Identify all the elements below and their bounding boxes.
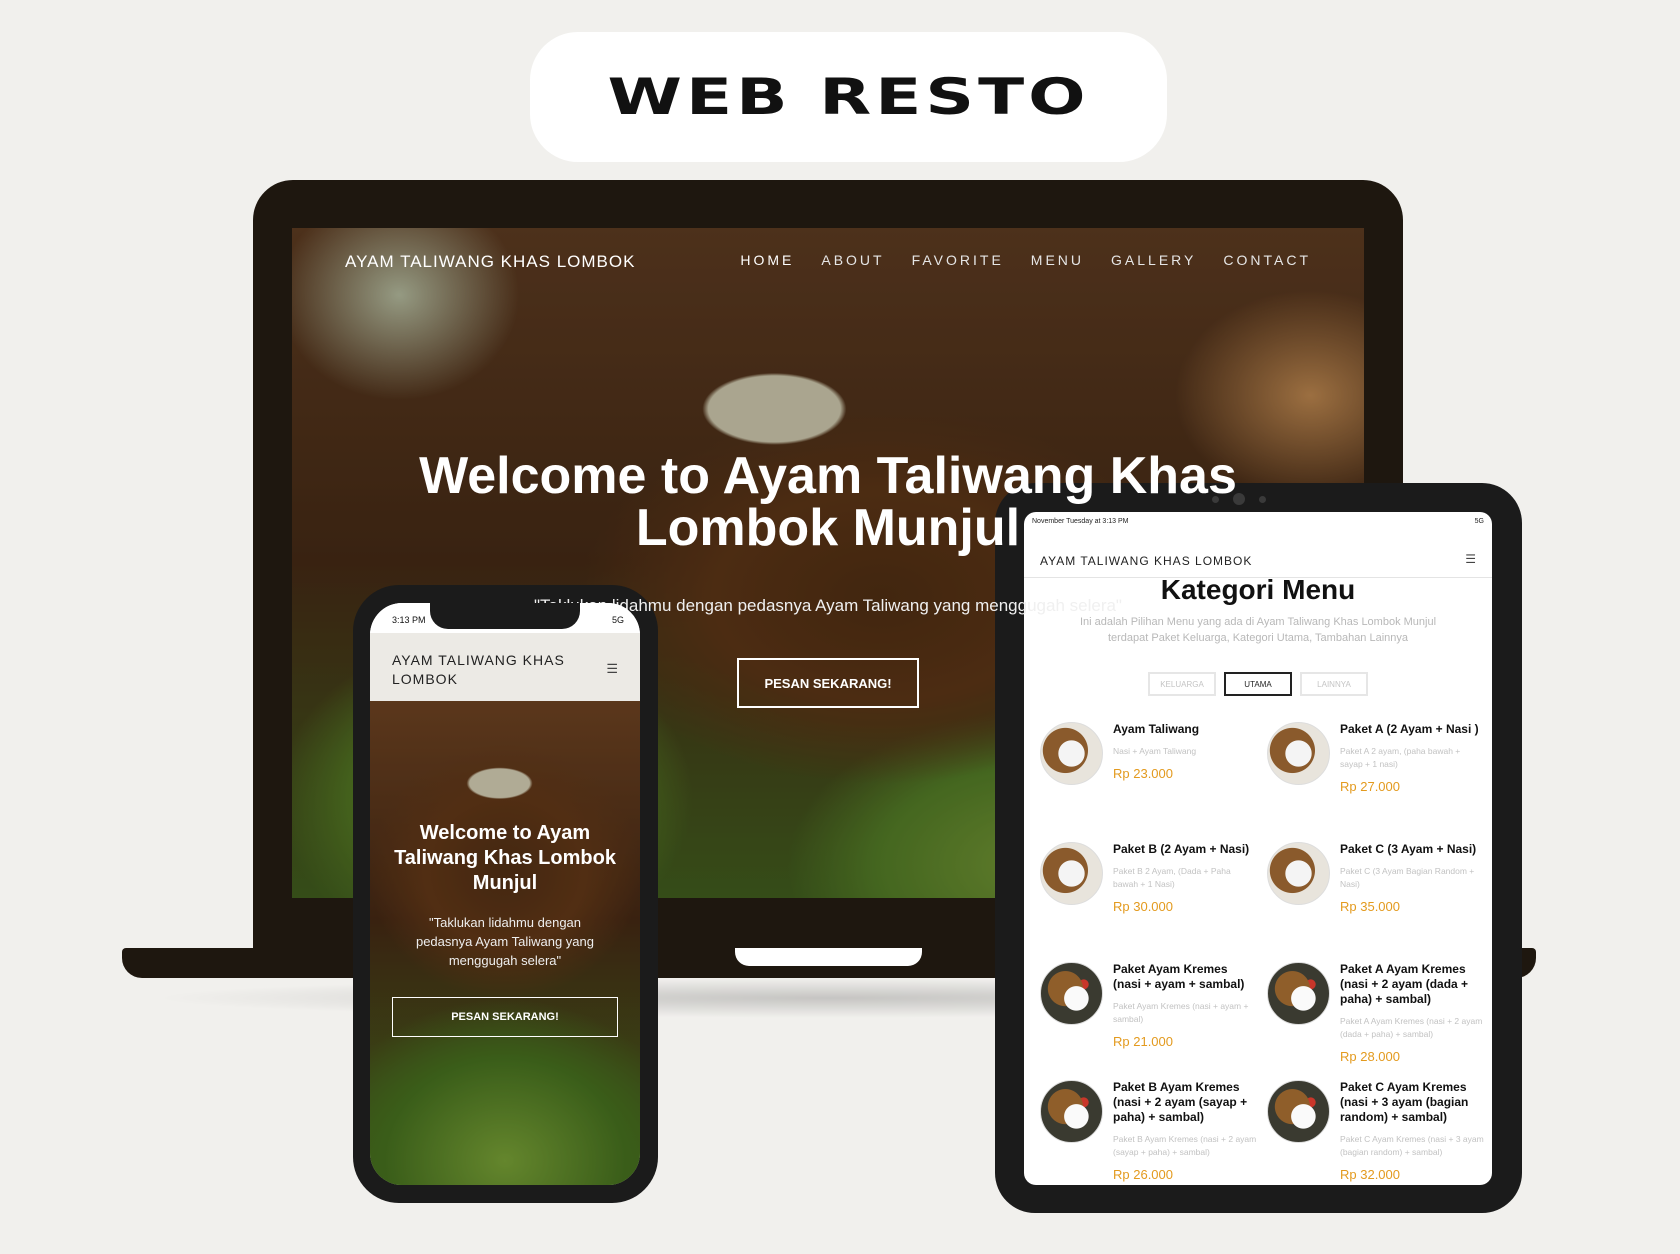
menu-item-price: Rp 28.000 (1340, 1049, 1400, 1064)
menu-item-image (1040, 722, 1103, 785)
menu-category-description: Ini adalah Pilihan Menu yang ada di Ayam… (1079, 616, 1437, 644)
menu-grid: Ayam Taliwang Nasi + Ayam Taliwang Rp 23… (1040, 722, 1484, 1185)
menu-item-image (1267, 722, 1330, 785)
nav-home[interactable]: HOME (740, 252, 794, 268)
phone-hero: Welcome to Ayam Taliwang Khas Lombok Mun… (370, 701, 640, 1185)
menu-item-image (1040, 962, 1103, 1025)
phone-status-signal: 5G (611, 615, 624, 625)
menu-item-price: Rp 32.000 (1340, 1167, 1400, 1182)
menu-item-price: Rp 23.000 (1113, 766, 1173, 781)
menu-item-name: Paket B (2 Ayam + Nasi) (1113, 842, 1250, 856)
phone-notch (430, 603, 580, 629)
menu-item-detail: Paket B Ayam Kremes (nasi + 2 ayam (saya… (1113, 1134, 1257, 1157)
menu-item-image (1267, 842, 1330, 905)
menu-item-price: Rp 30.000 (1113, 899, 1173, 914)
menu-item-detail: Paket B 2 Ayam, (Dada + Paha bawah + 1 N… (1113, 866, 1231, 889)
nav-gallery[interactable]: GALLERY (1111, 252, 1196, 268)
tab-utama[interactable]: UTAMA (1224, 672, 1292, 696)
menu-item[interactable]: Paket C Ayam Kremes (nasi + 3 ayam (bagi… (1267, 1080, 1484, 1185)
laptop-hero-title-line2: Lombok Munjul (635, 499, 1021, 557)
phone-hero-title: Welcome to Ayam Taliwang Khas Lombok Mun… (394, 822, 616, 894)
phone-screen: 3:13 PM 5G AYAM TALIWANG KHAS LOMBOK ☰ W… (370, 603, 640, 1185)
menu-category-tabs: KELUARGA UTAMA LAINNYA (1024, 672, 1492, 696)
phone-status-time: 3:13 PM (392, 615, 426, 625)
menu-item[interactable]: Paket Ayam Kremes (nasi + ayam + sambal)… (1040, 962, 1257, 1068)
menu-item-image (1267, 962, 1330, 1025)
phone-order-button[interactable]: PESAN SEKARANG! (392, 997, 618, 1037)
menu-item-name: Paket A (2 Ayam + Nasi ) (1340, 722, 1479, 736)
tab-keluarga[interactable]: KELUARGA (1148, 672, 1216, 696)
nav-favorite[interactable]: FAVORITE (912, 252, 1004, 268)
menu-item-detail: Nasi + Ayam Taliwang (1113, 746, 1197, 756)
laptop-brand[interactable]: AYAM TALIWANG KHAS LOMBOK (345, 252, 635, 272)
tablet-status-signal: 5G (1474, 518, 1484, 525)
menu-item-name: Paket C (3 Ayam + Nasi) (1340, 842, 1477, 856)
menu-item-image (1040, 1080, 1103, 1143)
menu-item-name: Ayam Taliwang (1113, 722, 1200, 736)
menu-item[interactable]: Paket A (2 Ayam + Nasi ) Paket A 2 ayam,… (1267, 722, 1484, 826)
menu-item-detail: Paket C (3 Ayam Bagian Random + Nasi) (1340, 866, 1475, 889)
menu-item-name: Paket B Ayam Kremes (nasi + 2 ayam (saya… (1113, 1080, 1248, 1124)
menu-item-name: Paket A Ayam Kremes (nasi + 2 ayam (dada… (1340, 962, 1469, 1006)
menu-item-image (1267, 1080, 1330, 1143)
menu-item-image (1040, 842, 1103, 905)
menu-item-detail: Paket A Ayam Kremes (nasi + 2 ayam (dada… (1340, 1016, 1483, 1039)
menu-item-price: Rp 26.000 (1113, 1167, 1173, 1182)
menu-item-detail: Paket A 2 ayam, (paha bawah + sayap + 1 … (1340, 746, 1461, 769)
nav-about[interactable]: ABOUT (821, 252, 884, 268)
menu-item-price: Rp 21.000 (1113, 1034, 1173, 1049)
laptop-hero-title-line1: Welcome to Ayam Taliwang Khas (419, 447, 1237, 505)
laptop-notch (735, 948, 922, 966)
menu-item-name: Paket Ayam Kremes (nasi + ayam + sambal) (1113, 962, 1245, 991)
phone-brand[interactable]: AYAM TALIWANG KHAS LOMBOK (392, 651, 582, 689)
page-title: WEB RESTO (607, 68, 1090, 126)
hamburger-icon[interactable]: ☰ (1465, 552, 1476, 566)
laptop-nav: HOME ABOUT FAVORITE MENU GALLERY CONTACT (740, 252, 1311, 268)
phone-header: AYAM TALIWANG KHAS LOMBOK ☰ (370, 633, 640, 701)
title-banner: WEB RESTO (530, 32, 1167, 162)
laptop-order-button[interactable]: PESAN SEKARANG! (737, 658, 919, 708)
menu-item-detail: Paket C Ayam Kremes (nasi + 3 ayam (bagi… (1340, 1134, 1484, 1157)
menu-item-name: Paket C Ayam Kremes (nasi + 3 ayam (bagi… (1340, 1080, 1469, 1124)
nav-contact[interactable]: CONTACT (1223, 252, 1311, 268)
menu-item[interactable]: Paket A Ayam Kremes (nasi + 2 ayam (dada… (1267, 962, 1484, 1068)
menu-item-detail: Paket Ayam Kremes (nasi + ayam + sambal) (1113, 1001, 1249, 1024)
tablet-brand[interactable]: AYAM TALIWANG KHAS LOMBOK (1040, 554, 1252, 568)
menu-item[interactable]: Paket B (2 Ayam + Nasi) Paket B 2 Ayam, … (1040, 842, 1257, 946)
tab-lainnya[interactable]: LAINNYA (1300, 672, 1368, 696)
menu-item-price: Rp 35.000 (1340, 899, 1400, 914)
phone-hero-subtitle: "Taklukan lidahmu dengan pedasnya Ayam T… (415, 915, 595, 968)
laptop-hero-title: Welcome to Ayam Taliwang Khas Lombok Mun… (292, 450, 1364, 554)
menu-item[interactable]: Paket B Ayam Kremes (nasi + 2 ayam (saya… (1040, 1080, 1257, 1185)
menu-item[interactable]: Paket C (3 Ayam + Nasi) Paket C (3 Ayam … (1267, 842, 1484, 946)
nav-menu[interactable]: MENU (1031, 252, 1084, 268)
menu-item[interactable]: Ayam Taliwang Nasi + Ayam Taliwang Rp 23… (1040, 722, 1257, 826)
menu-item-price: Rp 27.000 (1340, 779, 1400, 794)
hamburger-icon[interactable]: ☰ (606, 661, 618, 677)
